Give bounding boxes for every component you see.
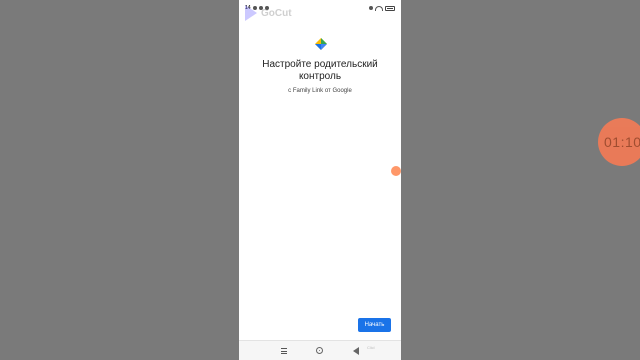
menu-line <box>281 353 287 354</box>
timer-text: 01:10 <box>604 134 640 150</box>
floating-handle[interactable] <box>391 166 401 176</box>
menu-line <box>281 348 287 349</box>
menu-line <box>281 350 287 352</box>
navigation-overlay-text: Clicl <box>367 345 375 350</box>
wifi-icon <box>375 5 383 11</box>
signal-icon <box>369 6 373 10</box>
status-left: 14 <box>245 5 269 11</box>
recording-timer: 01:10 <box>598 118 640 166</box>
page-subtitle: с Family Link от Google <box>288 88 352 94</box>
phone-screen: 14 GoCut Настройте родительский контроль… <box>239 0 401 360</box>
notification-icon <box>264 6 269 10</box>
notification-icon <box>252 6 257 10</box>
battery-icon <box>385 5 395 11</box>
notification-icon <box>258 6 263 10</box>
status-time: 14 <box>245 5 251 11</box>
back-icon[interactable] <box>353 347 359 355</box>
status-right <box>369 5 395 11</box>
page-title: Настройте родительский контроль <box>262 59 378 82</box>
system-navigation-bar: Clicl <box>239 340 401 360</box>
home-icon[interactable] <box>316 347 323 354</box>
status-bar: 14 <box>239 0 401 16</box>
menu-icon[interactable] <box>281 348 287 354</box>
start-button[interactable]: Начать <box>358 318 391 332</box>
family-link-logo <box>315 38 327 50</box>
